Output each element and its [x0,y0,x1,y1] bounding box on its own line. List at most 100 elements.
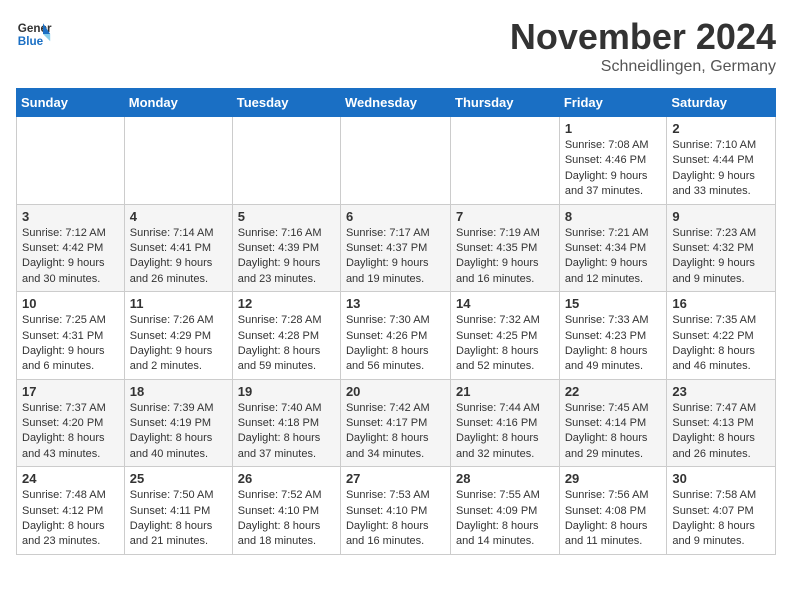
calendar-week-1: 1 Sunrise: 7:08 AM Sunset: 4:46 PM Daylig… [17,117,776,205]
day-info: Sunrise: 7:10 AM Sunset: 4:44 PM Dayligh… [672,138,770,200]
calendar: SundayMondayTuesdayWednesdayThursdayFrid… [16,88,776,555]
calendar-cell: 17 Sunrise: 7:37 AM Sunset: 4:20 PM Dayli… [17,379,125,467]
weekday-header-sunday: Sunday [17,89,125,117]
svg-text:Blue: Blue [18,35,44,48]
calendar-cell: 12 Sunrise: 7:28 AM Sunset: 4:28 PM Dayli… [232,292,340,380]
day-number: 12 [238,296,335,311]
day-number: 3 [22,209,119,224]
day-info: Sunrise: 7:21 AM Sunset: 4:34 PM Dayligh… [565,226,662,288]
calendar-cell: 28Sunrise: 7:55 AM Sunset: 4:09 PM Dayli… [451,467,560,555]
day-info: Sunrise: 7:42 AM Sunset: 4:17 PM Dayligh… [346,401,445,463]
weekday-header-wednesday: Wednesday [340,89,450,117]
day-info: Sunrise: 7:44 AM Sunset: 4:16 PM Dayligh… [456,401,554,463]
calendar-cell: 1 Sunrise: 7:08 AM Sunset: 4:46 PM Daylig… [559,117,667,205]
day-info: Sunrise: 7:32 AM Sunset: 4:25 PM Dayligh… [456,313,554,375]
calendar-cell [340,117,450,205]
calendar-cell: 13Sunrise: 7:30 AM Sunset: 4:26 PM Dayli… [340,292,450,380]
day-number: 16 [672,296,770,311]
day-number: 26 [238,471,335,486]
calendar-cell: 14 Sunrise: 7:32 AM Sunset: 4:25 PM Dayli… [451,292,560,380]
day-number: 15 [565,296,662,311]
day-number: 7 [456,209,554,224]
day-number: 1 [565,121,662,136]
day-number: 28 [456,471,554,486]
day-number: 6 [346,209,445,224]
day-number: 21 [456,384,554,399]
day-number: 5 [238,209,335,224]
day-info: Sunrise: 7:47 AM Sunset: 4:13 PM Dayligh… [672,401,770,463]
weekday-header-saturday: Saturday [667,89,776,117]
calendar-cell: 5 Sunrise: 7:16 AM Sunset: 4:39 PM Daylig… [232,204,340,292]
day-info: Sunrise: 7:53 AM Sunset: 4:10 PM Dayligh… [346,488,445,550]
day-number: 9 [672,209,770,224]
calendar-cell: 20 Sunrise: 7:42 AM Sunset: 4:17 PM Dayli… [340,379,450,467]
header: General Blue November 2024 Schneidlingen… [16,16,776,76]
calendar-cell: 6 Sunrise: 7:17 AM Sunset: 4:37 PM Daylig… [340,204,450,292]
day-info: Sunrise: 7:50 AM Sunset: 4:11 PM Dayligh… [130,488,227,550]
calendar-cell: 19 Sunrise: 7:40 AM Sunset: 4:18 PM Dayli… [232,379,340,467]
calendar-week-3: 10 Sunrise: 7:25 AM Sunset: 4:31 PM Dayli… [17,292,776,380]
weekday-header-friday: Friday [559,89,667,117]
day-number: 4 [130,209,227,224]
calendar-cell: 2 Sunrise: 7:10 AM Sunset: 4:44 PM Daylig… [667,117,776,205]
calendar-cell: 21 Sunrise: 7:44 AM Sunset: 4:16 PM Dayli… [451,379,560,467]
weekday-header-thursday: Thursday [451,89,560,117]
day-number: 27 [346,471,445,486]
day-info: Sunrise: 7:52 AM Sunset: 4:10 PM Dayligh… [238,488,335,550]
day-number: 17 [22,384,119,399]
day-info: Sunrise: 7:23 AM Sunset: 4:32 PM Dayligh… [672,226,770,288]
calendar-cell: 4 Sunrise: 7:14 AM Sunset: 4:41 PM Daylig… [124,204,232,292]
calendar-cell [451,117,560,205]
day-info: Sunrise: 7:26 AM Sunset: 4:29 PM Dayligh… [130,313,227,375]
day-info: Sunrise: 7:37 AM Sunset: 4:20 PM Dayligh… [22,401,119,463]
day-info: Sunrise: 7:45 AM Sunset: 4:14 PM Dayligh… [565,401,662,463]
day-number: 29 [565,471,662,486]
calendar-cell: 29 Sunrise: 7:56 AM Sunset: 4:08 PM Dayli… [559,467,667,555]
day-number: 22 [565,384,662,399]
day-info: Sunrise: 7:35 AM Sunset: 4:22 PM Dayligh… [672,313,770,375]
day-info: Sunrise: 7:48 AM Sunset: 4:12 PM Dayligh… [22,488,119,550]
day-info: Sunrise: 7:08 AM Sunset: 4:46 PM Dayligh… [565,138,662,200]
calendar-cell: 10 Sunrise: 7:25 AM Sunset: 4:31 PM Dayli… [17,292,125,380]
day-info: Sunrise: 7:12 AM Sunset: 4:42 PM Dayligh… [22,226,119,288]
day-number: 25 [130,471,227,486]
weekday-header-monday: Monday [124,89,232,117]
day-number: 14 [456,296,554,311]
calendar-cell: 8Sunrise: 7:21 AM Sunset: 4:34 PM Daylig… [559,204,667,292]
calendar-cell: 26 Sunrise: 7:52 AM Sunset: 4:10 PM Dayli… [232,467,340,555]
day-number: 2 [672,121,770,136]
day-number: 19 [238,384,335,399]
day-info: Sunrise: 7:25 AM Sunset: 4:31 PM Dayligh… [22,313,119,375]
calendar-cell: 23Sunrise: 7:47 AM Sunset: 4:13 PM Dayli… [667,379,776,467]
calendar-header-row: SundayMondayTuesdayWednesdayThursdayFrid… [17,89,776,117]
calendar-cell: 3 Sunrise: 7:12 AM Sunset: 4:42 PM Daylig… [17,204,125,292]
day-info: Sunrise: 7:39 AM Sunset: 4:19 PM Dayligh… [130,401,227,463]
day-number: 24 [22,471,119,486]
calendar-cell [17,117,125,205]
day-number: 11 [130,296,227,311]
day-info: Sunrise: 7:28 AM Sunset: 4:28 PM Dayligh… [238,313,335,375]
logo: General Blue [16,16,52,52]
calendar-cell [124,117,232,205]
day-number: 10 [22,296,119,311]
calendar-cell: 27 Sunrise: 7:53 AM Sunset: 4:10 PM Dayli… [340,467,450,555]
day-number: 30 [672,471,770,486]
calendar-week-2: 3 Sunrise: 7:12 AM Sunset: 4:42 PM Daylig… [17,204,776,292]
day-info: Sunrise: 7:16 AM Sunset: 4:39 PM Dayligh… [238,226,335,288]
calendar-cell: 11 Sunrise: 7:26 AM Sunset: 4:29 PM Dayli… [124,292,232,380]
day-info: Sunrise: 7:19 AM Sunset: 4:35 PM Dayligh… [456,226,554,288]
calendar-cell: 9 Sunrise: 7:23 AM Sunset: 4:32 PM Daylig… [667,204,776,292]
day-info: Sunrise: 7:40 AM Sunset: 4:18 PM Dayligh… [238,401,335,463]
calendar-cell: 7 Sunrise: 7:19 AM Sunset: 4:35 PM Daylig… [451,204,560,292]
day-info: Sunrise: 7:17 AM Sunset: 4:37 PM Dayligh… [346,226,445,288]
day-number: 18 [130,384,227,399]
day-number: 20 [346,384,445,399]
calendar-cell: 30 Sunrise: 7:58 AM Sunset: 4:07 PM Dayli… [667,467,776,555]
calendar-cell: 25 Sunrise: 7:50 AM Sunset: 4:11 PM Dayli… [124,467,232,555]
day-info: Sunrise: 7:58 AM Sunset: 4:07 PM Dayligh… [672,488,770,550]
day-info: Sunrise: 7:14 AM Sunset: 4:41 PM Dayligh… [130,226,227,288]
day-info: Sunrise: 7:56 AM Sunset: 4:08 PM Dayligh… [565,488,662,550]
calendar-week-5: 24 Sunrise: 7:48 AM Sunset: 4:12 PM Dayli… [17,467,776,555]
calendar-cell: 16 Sunrise: 7:35 AM Sunset: 4:22 PM Dayli… [667,292,776,380]
calendar-cell [232,117,340,205]
